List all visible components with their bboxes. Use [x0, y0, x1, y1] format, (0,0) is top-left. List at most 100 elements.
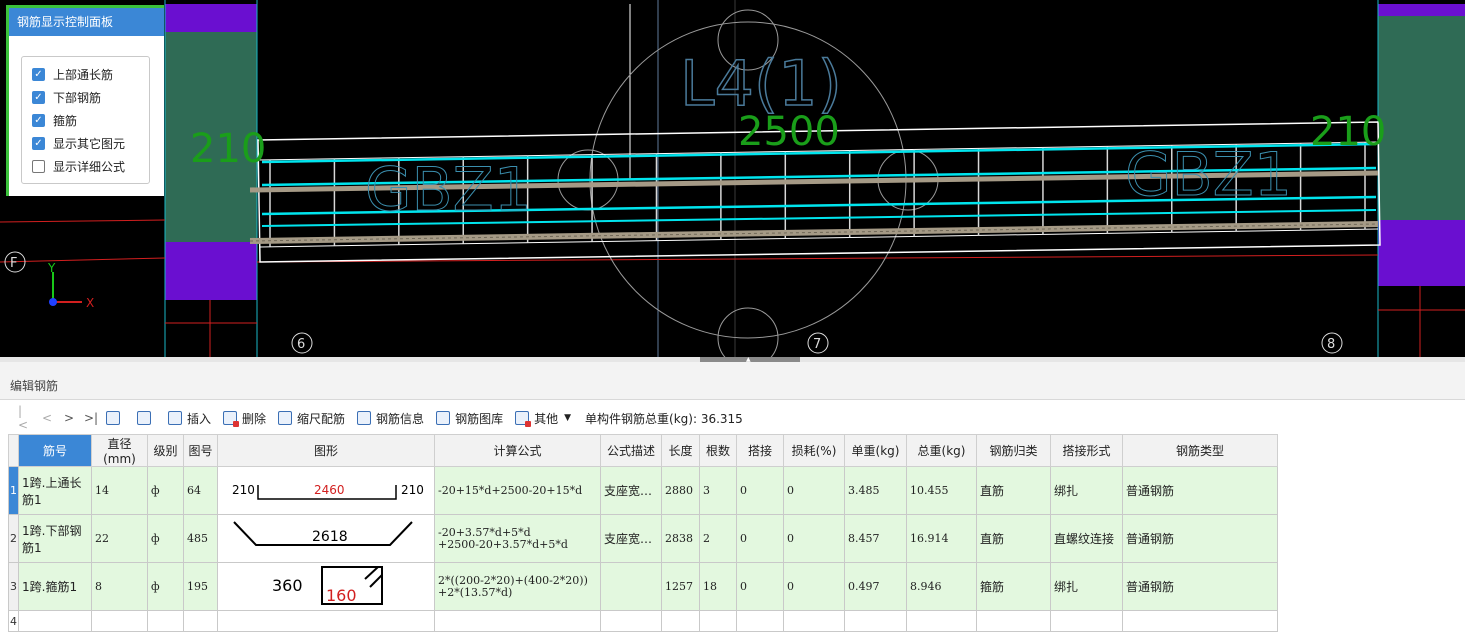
- col-header-unit-weight[interactable]: 单重(kg): [844, 434, 907, 467]
- cell-lap-type[interactable]: 绑扎: [1050, 466, 1123, 515]
- rebar-library-button[interactable]: 钢筋图库: [432, 407, 507, 429]
- insert-button[interactable]: 插入: [164, 407, 215, 429]
- option-detailed-formula[interactable]: 显示详细公式: [22, 155, 149, 178]
- cell-loss[interactable]: 0: [783, 514, 845, 563]
- delete-button[interactable]: 删除: [219, 407, 270, 429]
- cell-formula-desc[interactable]: 支座宽…: [600, 514, 662, 563]
- cell-bar-name[interactable]: 1跨.下部钢筋1: [18, 514, 92, 563]
- col-header-diameter[interactable]: 直径(mm): [91, 434, 148, 467]
- cell-total-weight[interactable]: 8.946: [906, 562, 977, 611]
- last-record-button[interactable]: >|: [80, 407, 102, 429]
- cell-diameter[interactable]: 8: [91, 562, 148, 611]
- cell-formula[interactable]: -20+3.57*d+5*d +2500-20+3.57*d+5*d: [434, 514, 601, 563]
- cell-formula-desc[interactable]: [600, 562, 662, 611]
- col-header-lap-type[interactable]: 搭接形式: [1050, 434, 1123, 467]
- cell-grade[interactable]: ф: [147, 562, 184, 611]
- option-stirrup[interactable]: ✓ 箍筋: [22, 109, 149, 132]
- cell-figure-number[interactable]: 64: [183, 466, 218, 515]
- cell-lap-type[interactable]: 绑扎: [1050, 562, 1123, 611]
- row-number[interactable]: 3: [8, 562, 19, 611]
- row-number[interactable]: 4: [8, 610, 19, 632]
- cell-formula[interactable]: 2*((200-2*20)+(400-2*20)) +2*(13.57*d): [434, 562, 601, 611]
- cell-loss[interactable]: 0: [783, 562, 845, 611]
- option-other-elements[interactable]: ✓ 显示其它图元: [22, 132, 149, 155]
- cell-category[interactable]: 直筋: [976, 514, 1051, 563]
- cell-loss[interactable]: 0: [783, 466, 845, 515]
- checkbox-icon[interactable]: ✓: [32, 137, 45, 150]
- rebar-info-button[interactable]: 钢筋信息: [353, 407, 428, 429]
- checkbox-icon[interactable]: [32, 160, 45, 173]
- cell-formula-desc[interactable]: 支座宽…: [600, 466, 662, 515]
- move-down-button[interactable]: [133, 407, 160, 429]
- cell-shape[interactable]: 2618: [217, 514, 435, 563]
- cell-lap-type[interactable]: 直螺纹连接: [1050, 514, 1123, 563]
- cell-unit-weight[interactable]: 0.497: [844, 562, 907, 611]
- cell-shape[interactable]: 360 160: [217, 562, 435, 611]
- cell-formula[interactable]: -20+15*d+2500-20+15*d: [434, 466, 601, 515]
- col-header-length[interactable]: 长度: [661, 434, 700, 467]
- table-row[interactable]: 3 1跨.箍筋1 8 ф 195 360 160 2*((200-2*20)+(…: [8, 562, 1278, 611]
- col-header-figure-number[interactable]: 图号: [183, 434, 218, 467]
- other-dropdown[interactable]: 其他 ▼: [511, 407, 575, 429]
- row-number[interactable]: 1: [8, 466, 19, 515]
- col-header-bar-number[interactable]: 筋号: [18, 434, 92, 467]
- move-up-button[interactable]: [102, 407, 129, 429]
- cell-unit-weight[interactable]: 3.485: [844, 466, 907, 515]
- col-header-category[interactable]: 钢筋归类: [976, 434, 1051, 467]
- table-row-empty[interactable]: 4: [8, 610, 1278, 632]
- cell-diameter[interactable]: 14: [91, 466, 148, 515]
- option-bottom-bar[interactable]: ✓ 下部钢筋: [22, 86, 149, 109]
- scale-config-button[interactable]: 缩尺配筋: [274, 407, 349, 429]
- row-number[interactable]: 2: [8, 514, 19, 563]
- col-header-loss[interactable]: 损耗(%): [783, 434, 845, 467]
- cell-count[interactable]: 2: [699, 514, 737, 563]
- cell-length[interactable]: 2838: [661, 514, 700, 563]
- next-record-button[interactable]: >: [58, 407, 80, 429]
- cell-lap[interactable]: 0: [736, 562, 784, 611]
- col-header-rebar-type[interactable]: 钢筋类型: [1122, 434, 1278, 467]
- col-header-formula-desc[interactable]: 公式描述: [600, 434, 662, 467]
- checkbox-icon[interactable]: ✓: [32, 68, 45, 81]
- table-header-row: 筋号 直径(mm) 级别 图号 图形 计算公式 公式描述 长度 根数 搭接 损耗…: [8, 434, 1278, 467]
- cell-rebar-type[interactable]: 普通钢筋: [1122, 562, 1278, 611]
- move-up-icon: [106, 411, 120, 425]
- cell-length[interactable]: 1257: [661, 562, 700, 611]
- cell-length[interactable]: 2880: [661, 466, 700, 515]
- cell-category[interactable]: 直筋: [976, 466, 1051, 515]
- cell-count[interactable]: 18: [699, 562, 737, 611]
- cell-total-weight[interactable]: 10.455: [906, 466, 977, 515]
- cell-category[interactable]: 箍筋: [976, 562, 1051, 611]
- checkbox-icon[interactable]: ✓: [32, 91, 45, 104]
- col-header-grade[interactable]: 级别: [147, 434, 184, 467]
- checkbox-icon[interactable]: ✓: [32, 114, 45, 127]
- shape-mid-dim: 2460: [314, 483, 345, 497]
- cell-lap[interactable]: 0: [736, 466, 784, 515]
- cell-rebar-type[interactable]: 普通钢筋: [1122, 466, 1278, 515]
- option-top-long-bar[interactable]: ✓ 上部通长筋: [22, 63, 149, 86]
- cell-unit-weight[interactable]: 8.457: [844, 514, 907, 563]
- col-header-shape[interactable]: 图形: [217, 434, 435, 467]
- rebar-3d-viewport[interactable]: L4(1) GBZ1 GBZ1 2500 210 210 F 6 7 8 Y X…: [0, 0, 1465, 357]
- chevron-down-icon: ▼: [564, 413, 572, 423]
- first-record-button[interactable]: |<: [14, 404, 36, 432]
- left-support-label: GBZ1: [365, 155, 532, 225]
- cell-total-weight[interactable]: 16.914: [906, 514, 977, 563]
- cell-count[interactable]: 3: [699, 466, 737, 515]
- cell-grade[interactable]: ф: [147, 514, 184, 563]
- col-header-count[interactable]: 根数: [699, 434, 737, 467]
- cell-bar-name[interactable]: 1跨.箍筋1: [18, 562, 92, 611]
- cell-figure-number[interactable]: 195: [183, 562, 218, 611]
- cell-diameter[interactable]: 22: [91, 514, 148, 563]
- col-header-lap[interactable]: 搭接: [736, 434, 784, 467]
- prev-record-button[interactable]: <: [36, 407, 58, 429]
- cell-bar-name[interactable]: 1跨.上通长筋1: [18, 466, 92, 515]
- cell-rebar-type[interactable]: 普通钢筋: [1122, 514, 1278, 563]
- col-header-formula[interactable]: 计算公式: [434, 434, 601, 467]
- col-header-total-weight[interactable]: 总重(kg): [906, 434, 977, 467]
- cell-shape[interactable]: 210 2460 210: [217, 466, 435, 515]
- cell-lap[interactable]: 0: [736, 514, 784, 563]
- table-row[interactable]: 1 1跨.上通长筋1 14 ф 64 210 2460 210 -20+15*d…: [8, 466, 1278, 515]
- cell-figure-number[interactable]: 485: [183, 514, 218, 563]
- table-row[interactable]: 2 1跨.下部钢筋1 22 ф 485 2618 -20+3.57*d+5*d +…: [8, 514, 1278, 563]
- cell-grade[interactable]: ф: [147, 466, 184, 515]
